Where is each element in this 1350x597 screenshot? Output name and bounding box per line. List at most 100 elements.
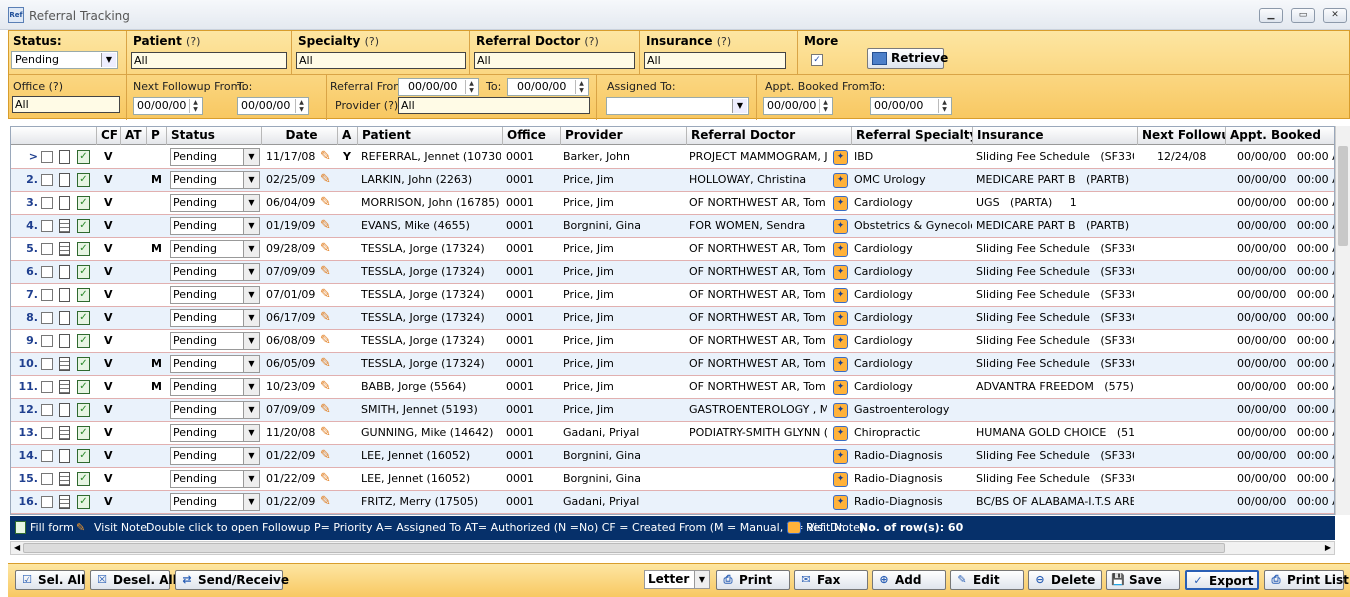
scroll-right-icon[interactable]: ▶	[1325, 542, 1331, 554]
row-checkbox[interactable]	[41, 450, 53, 462]
document-icon[interactable]	[59, 219, 70, 233]
referral-doctor-icon[interactable]: ✦	[833, 265, 848, 280]
referral-doctor-icon[interactable]: ✦	[833, 219, 848, 234]
table-row[interactable]: 13. ✓ V Pending ▼ 11/20/08 ✎ GUNNING, Mike (146…	[11, 422, 1334, 445]
visit-note-icon[interactable]: ✎	[320, 288, 336, 303]
status-dropdown[interactable]: Pending ▼	[170, 493, 260, 511]
document-icon[interactable]	[59, 173, 70, 187]
print-list-button[interactable]: ⎙ Print List	[1264, 570, 1349, 590]
referral-doctor-icon[interactable]: ✦	[833, 173, 848, 188]
spin-arrows-icon[interactable]: ▲ ▼	[938, 99, 950, 113]
chevron-down-icon[interactable]: ▼	[732, 99, 747, 113]
table-row[interactable]: > ✓ V Pending ▼ 11/17/08 ✎ Y REFERRAL, Jennet (1…	[11, 146, 1334, 169]
visit-note-icon[interactable]: ✎	[320, 150, 336, 165]
visit-note-icon[interactable]: ✎	[320, 426, 336, 441]
status-dropdown[interactable]: Pending ▼	[170, 240, 260, 258]
save-button[interactable]: 💾 Save	[1106, 570, 1180, 590]
column-header-status[interactable]: Status	[167, 127, 262, 145]
retrieve-button[interactable]: Retrieve	[867, 48, 948, 69]
document-icon[interactable]	[59, 242, 70, 256]
edit-button[interactable]: ✎ Edit	[950, 570, 1024, 590]
chevron-down-icon[interactable]: ▼	[243, 195, 259, 211]
status-dropdown[interactable]: Pending ▼	[170, 286, 260, 304]
row-checkbox[interactable]	[41, 312, 53, 324]
send-receive-button[interactable]: ⇄ Send/Receive	[175, 570, 289, 590]
office-input[interactable]: All	[12, 96, 120, 113]
row-checkbox[interactable]	[41, 496, 53, 508]
table-row[interactable]: 16. ✓ V Pending ▼ 01/22/09 ✎ FRITZ, Merry (1750…	[11, 491, 1334, 514]
fill-form-icon[interactable]: ✓	[77, 311, 90, 325]
column-header-cf[interactable]: CF	[97, 127, 121, 145]
horizontal-scrollbar[interactable]: ◀ ▶	[10, 541, 1335, 555]
column-header-referral-specialty[interactable]: Referral Specialty	[852, 127, 973, 145]
visit-note-icon[interactable]: ✎	[320, 334, 336, 349]
letter-select[interactable]: Letter ▼	[644, 570, 710, 589]
fill-form-icon[interactable]: ✓	[77, 472, 90, 486]
visit-note-icon[interactable]: ✎	[320, 357, 336, 372]
row-checkbox[interactable]	[41, 243, 53, 255]
referral-doctor-help-link[interactable]: (?)	[584, 35, 598, 48]
insurance-input[interactable]: All	[644, 52, 786, 69]
column-header-next-followup[interactable]: Next Followup	[1138, 127, 1226, 145]
document-icon[interactable]	[59, 311, 70, 325]
row-checkbox[interactable]	[41, 220, 53, 232]
column-header-p[interactable]: P	[147, 127, 167, 145]
table-row[interactable]: 9. ✓ V Pending ▼ 06/08/09 ✎ TESSLA, Jorge (1732…	[11, 330, 1334, 353]
table-row[interactable]: 7. ✓ V Pending ▼ 07/01/09 ✎ TESSLA, Jorge (1732…	[11, 284, 1334, 307]
fill-form-icon[interactable]: ✓	[77, 150, 90, 164]
specialty-input[interactable]: All	[296, 52, 466, 69]
chevron-down-icon[interactable]: ▼	[694, 571, 709, 588]
visit-note-icon[interactable]: ✎	[320, 380, 336, 395]
chevron-down-icon[interactable]: ▼	[243, 356, 259, 372]
chevron-down-icon[interactable]: ▼	[243, 494, 259, 510]
visit-note-icon[interactable]: ✎	[320, 403, 336, 418]
document-icon[interactable]	[59, 334, 70, 348]
table-row[interactable]: 5. ✓ V M Pending ▼ 09/28/09 ✎ TESSLA, Jorge (173…	[11, 238, 1334, 261]
status-dropdown[interactable]: Pending ▼	[170, 263, 260, 281]
chevron-down-icon[interactable]: ▼	[243, 379, 259, 395]
spin-arrows-icon[interactable]: ▲ ▼	[819, 99, 831, 113]
referral-doctor-icon[interactable]: ✦	[833, 449, 848, 464]
export-button[interactable]: ✓ Export	[1185, 570, 1259, 590]
row-checkbox[interactable]	[41, 335, 53, 347]
status-dropdown[interactable]: Pending ▼	[170, 217, 260, 235]
fill-form-icon[interactable]: ✓	[77, 242, 90, 256]
specialty-help-link[interactable]: (?)	[365, 35, 379, 48]
print-button[interactable]: ⎙ Print	[716, 570, 790, 590]
referral-doctor-icon[interactable]: ✦	[833, 380, 848, 395]
referral-to-input[interactable]: 00/00/00 ▲ ▼	[507, 78, 589, 96]
chevron-down-icon[interactable]: ▼	[243, 425, 259, 441]
spin-arrows-icon[interactable]: ▲ ▼	[189, 99, 201, 113]
fill-form-icon[interactable]: ✓	[77, 173, 90, 187]
visit-note-icon[interactable]: ✎	[320, 265, 336, 280]
referral-doctor-icon[interactable]: ✦	[833, 472, 848, 487]
table-row[interactable]: 15. ✓ V Pending ▼ 01/22/09 ✎ LEE, Jennet (16052…	[11, 468, 1334, 491]
column-header-insurance[interactable]: Insurance	[973, 127, 1138, 145]
table-row[interactable]: 3. ✓ V Pending ▼ 06/04/09 ✎ MORRISON, John (167…	[11, 192, 1334, 215]
insurance-help-link[interactable]: (?)	[717, 35, 731, 48]
fill-form-icon[interactable]: ✓	[77, 288, 90, 302]
referral-doctor-icon[interactable]: ✦	[833, 288, 848, 303]
close-button[interactable]: ✕	[1323, 8, 1347, 23]
document-icon[interactable]	[59, 449, 70, 463]
chevron-down-icon[interactable]: ▼	[243, 287, 259, 303]
document-icon[interactable]	[59, 150, 70, 164]
fill-form-icon[interactable]: ✓	[77, 403, 90, 417]
table-row[interactable]: 8. ✓ V Pending ▼ 06/17/09 ✎ TESSLA, Jorge (1732…	[11, 307, 1334, 330]
vertical-scrollbar[interactable]	[1335, 126, 1350, 515]
fill-form-icon[interactable]: ✓	[77, 380, 90, 394]
next-followup-to-input[interactable]: 00/00/00 ▲ ▼	[237, 97, 309, 115]
more-checkbox[interactable]: ✓	[811, 54, 823, 66]
status-dropdown[interactable]: Pending ▼	[170, 171, 260, 189]
column-header-referral-doctor[interactable]: Referral Doctor	[687, 127, 852, 145]
chevron-down-icon[interactable]: ▼	[243, 172, 259, 188]
status-dropdown[interactable]: Pending ▼	[170, 332, 260, 350]
chevron-down-icon[interactable]: ▼	[243, 264, 259, 280]
office-help-link[interactable]: (?)	[49, 80, 63, 93]
fill-form-icon[interactable]: ✓	[77, 426, 90, 440]
row-checkbox[interactable]	[41, 289, 53, 301]
chevron-down-icon[interactable]: ▼	[243, 402, 259, 418]
chevron-down-icon[interactable]: ▼	[243, 448, 259, 464]
table-row[interactable]: 10. ✓ V M Pending ▼ 06/05/09 ✎ TESSLA, Jorge (17…	[11, 353, 1334, 376]
scroll-thumb[interactable]	[1338, 146, 1348, 246]
